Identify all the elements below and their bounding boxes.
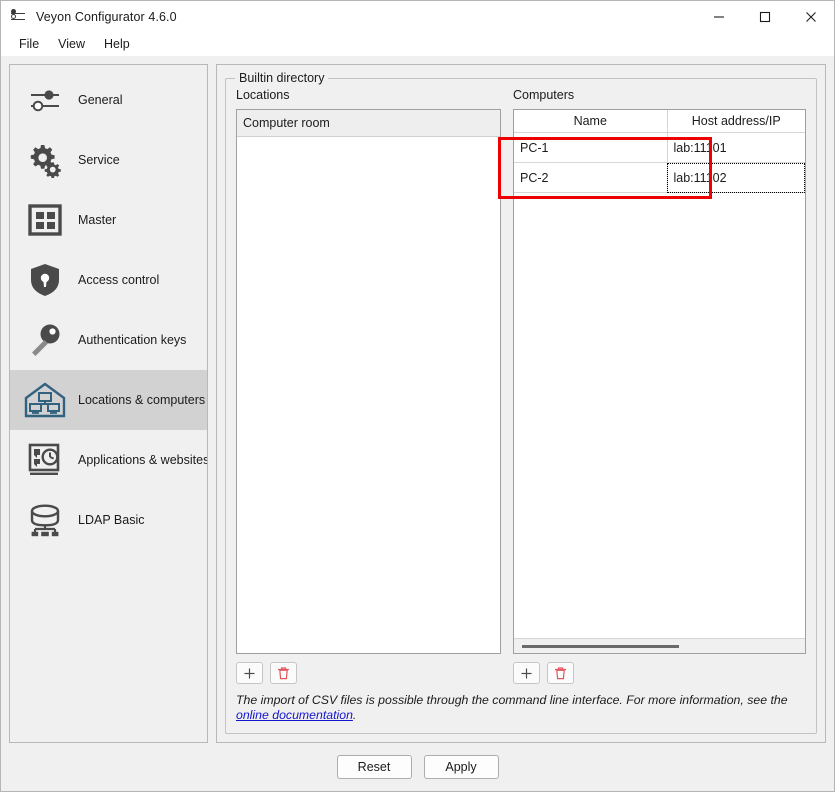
window-title: Veyon Configurator 4.6.0 bbox=[36, 9, 177, 24]
sidebar-item-label: General bbox=[78, 93, 123, 107]
menu-item-view[interactable]: View bbox=[49, 35, 94, 54]
locations-label: Locations bbox=[236, 88, 290, 102]
title-bar: Veyon Configurator 4.6.0 bbox=[1, 1, 834, 32]
delete-computer-button[interactable] bbox=[547, 662, 574, 684]
sidebar-item-label: Master bbox=[78, 213, 117, 227]
database-icon bbox=[22, 497, 68, 543]
menu-bar: File View Help bbox=[1, 32, 834, 56]
content-area: General Service Master Access control Au… bbox=[1, 56, 834, 743]
group-title: Builtin directory bbox=[235, 71, 329, 85]
app-window: Veyon Configurator 4.6.0 File View Help bbox=[0, 0, 835, 792]
csv-import-note: The import of CSV files is possible thro… bbox=[236, 693, 806, 723]
sidebar-item-label: LDAP Basic bbox=[78, 513, 145, 527]
add-location-button[interactable] bbox=[236, 662, 263, 684]
sidebar-item-applications-websites[interactable]: Applications & websites bbox=[10, 430, 207, 490]
main-panel: Builtin directory Locations Computer roo… bbox=[216, 64, 826, 743]
panes-container: Locations Computer room Computers Name H… bbox=[236, 88, 806, 684]
minimize-icon[interactable] bbox=[696, 1, 742, 32]
locations-list[interactable]: Computer room bbox=[236, 109, 501, 654]
plus-icon bbox=[521, 668, 532, 678]
note-text-before: The import of CSV files is possible thro… bbox=[236, 693, 788, 707]
computers-table[interactable]: Name Host address/IP PC-1 lab:11101 PC-2… bbox=[513, 109, 806, 654]
cell-host[interactable]: lab:11101 bbox=[667, 132, 805, 163]
horizontal-scrollbar[interactable] bbox=[514, 638, 805, 653]
computers-toolbar bbox=[513, 662, 806, 684]
gears-icon bbox=[22, 137, 68, 183]
sidebar-item-authentication-keys[interactable]: Authentication keys bbox=[10, 310, 207, 370]
computers-label: Computers bbox=[513, 88, 575, 102]
online-documentation-link[interactable]: online documentation bbox=[236, 708, 353, 722]
sidebar-nav: General Service Master Access control Au… bbox=[9, 64, 208, 743]
apply-button[interactable]: Apply bbox=[423, 755, 499, 779]
sidebar-item-label: Access control bbox=[78, 273, 160, 287]
grid-window-icon bbox=[22, 197, 68, 243]
sidebar-item-service[interactable]: Service bbox=[10, 130, 207, 190]
house-computers-icon bbox=[22, 377, 68, 423]
list-item[interactable]: Computer room bbox=[237, 110, 500, 137]
cell-name[interactable]: PC-1 bbox=[514, 132, 668, 163]
window-controls bbox=[696, 1, 834, 32]
trash-icon bbox=[278, 667, 289, 680]
table-row[interactable]: PC-1 lab:11101 bbox=[514, 132, 805, 163]
sidebar-item-general[interactable]: General bbox=[10, 70, 207, 130]
sidebar-item-ldap-basic[interactable]: LDAP Basic bbox=[10, 490, 207, 550]
computers-pane: Computers Name Host address/IP PC-1 lab:… bbox=[513, 88, 806, 684]
trash-icon bbox=[555, 667, 566, 680]
close-icon[interactable] bbox=[788, 1, 834, 32]
add-computer-button[interactable] bbox=[513, 662, 540, 684]
locations-toolbar bbox=[236, 662, 501, 684]
column-header-name[interactable]: Name bbox=[514, 110, 668, 133]
apps-clock-icon bbox=[22, 437, 68, 483]
sidebar-item-label: Authentication keys bbox=[78, 333, 187, 347]
shield-keyhole-icon bbox=[22, 257, 68, 303]
cell-host[interactable]: lab:11102 bbox=[667, 162, 805, 193]
cell-name[interactable]: PC-2 bbox=[514, 162, 668, 193]
menu-item-file[interactable]: File bbox=[10, 35, 48, 54]
reset-button[interactable]: Reset bbox=[336, 755, 412, 779]
dialog-footer: Reset Apply bbox=[1, 743, 834, 791]
sidebar-item-locations-computers[interactable]: Locations & computers bbox=[10, 370, 207, 430]
sidebar-item-access-control[interactable]: Access control bbox=[10, 250, 207, 310]
locations-pane: Locations Computer room bbox=[236, 88, 501, 684]
builtin-directory-group: Builtin directory Locations Computer roo… bbox=[225, 71, 817, 734]
table-header-row: Name Host address/IP bbox=[514, 110, 805, 133]
table-row[interactable]: PC-2 lab:11102 bbox=[514, 162, 805, 193]
sidebar-item-label: Service bbox=[78, 153, 120, 167]
sidebar-item-master[interactable]: Master bbox=[10, 190, 207, 250]
sliders-icon bbox=[22, 77, 68, 123]
note-text-after: . bbox=[352, 708, 357, 722]
app-icon bbox=[11, 8, 27, 25]
sidebar-item-label: Locations & computers bbox=[78, 393, 206, 407]
menu-item-help[interactable]: Help bbox=[95, 35, 139, 54]
key-icon bbox=[22, 317, 68, 363]
computers-grid: Name Host address/IP PC-1 lab:11101 PC-2… bbox=[514, 110, 805, 193]
table-empty-space bbox=[514, 193, 805, 638]
scrollbar-thumb[interactable] bbox=[522, 644, 679, 648]
delete-location-button[interactable] bbox=[270, 662, 297, 684]
maximize-icon[interactable] bbox=[742, 1, 788, 32]
plus-icon bbox=[244, 668, 255, 678]
sidebar-item-label: Applications & websites bbox=[78, 453, 208, 467]
column-header-host[interactable]: Host address/IP bbox=[667, 110, 805, 133]
